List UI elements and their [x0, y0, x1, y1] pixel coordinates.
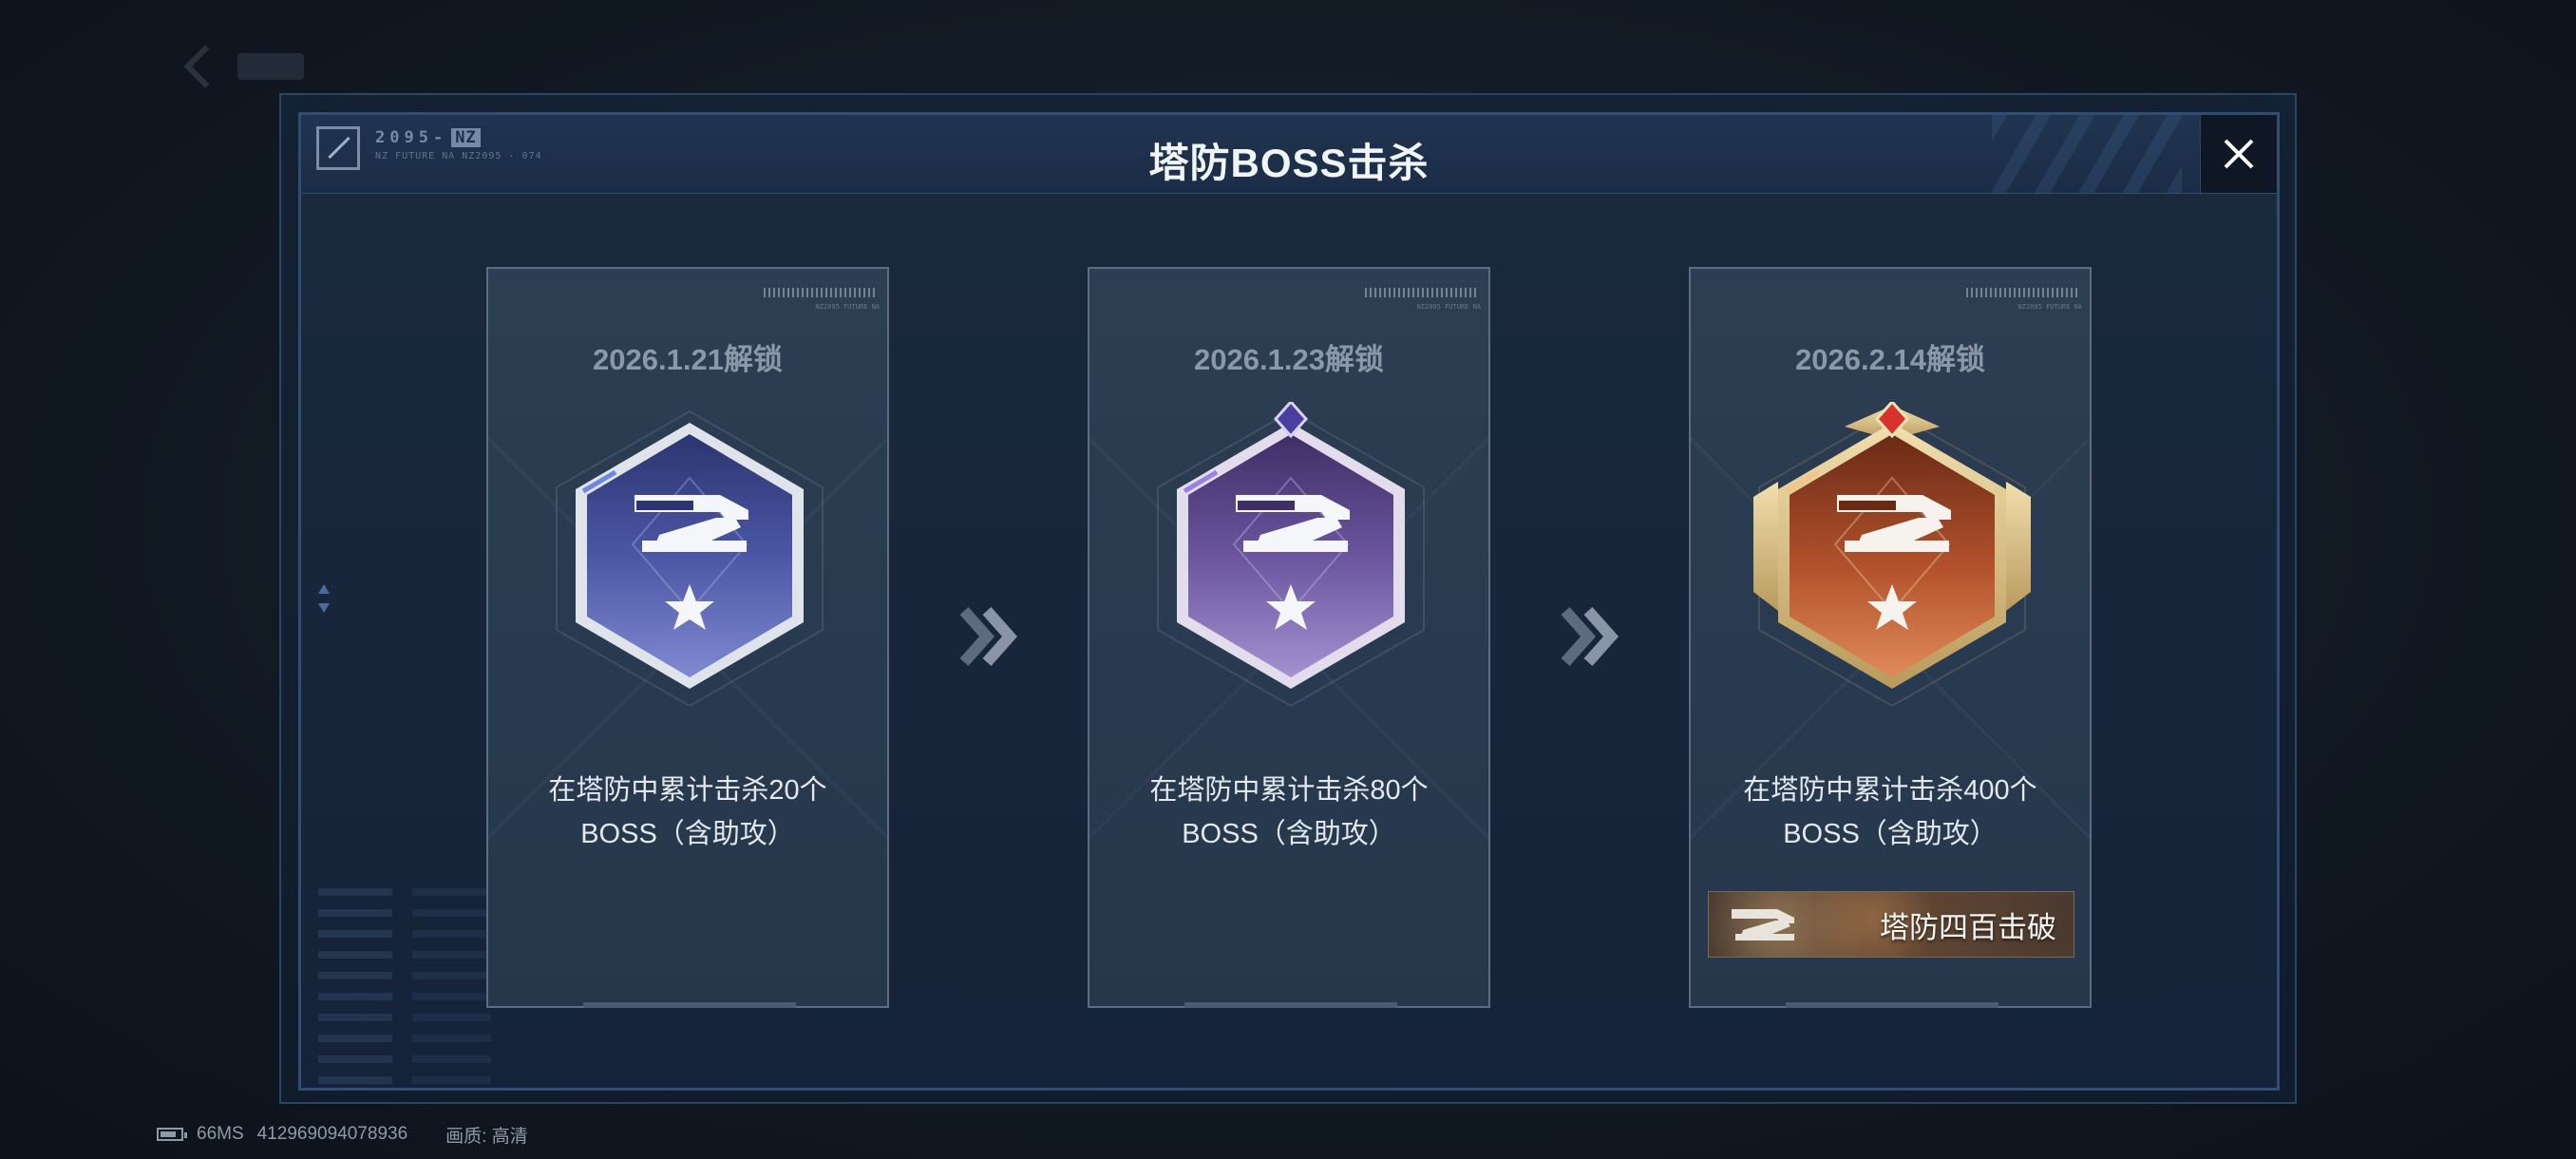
- description-line-1: 在塔防中累计击杀20个: [548, 775, 827, 806]
- description-line-2: BOSS（含助攻）: [1783, 819, 1998, 849]
- card-bottom-tab: [1786, 1002, 1998, 1008]
- barcode-decoration: [1365, 288, 1479, 297]
- triangle-marker-icon: [318, 603, 330, 613]
- description-line-2: BOSS（含助攻）: [1182, 819, 1396, 849]
- player-id: 412969094078936: [256, 1124, 408, 1144]
- close-icon: [2224, 139, 2254, 169]
- achievement-card-tier-2[interactable]: NZ2095 FUTURE NA 2026.1.23解锁 在塔防中累计击杀80个…: [1088, 267, 1490, 1008]
- medal-badge-icon: [1753, 402, 2031, 706]
- unlock-date: 2026.1.23解锁: [1194, 343, 1384, 376]
- turret-emblem-icon: [1732, 909, 1794, 940]
- card-bottom-tab: [583, 1002, 796, 1008]
- achievement-card-tier-3[interactable]: NZ2095 FUTURE NA 2026.2.14解锁 在塔防中累计击杀400…: [1689, 267, 2092, 1008]
- reward-banner[interactable]: 塔防四百击破: [1708, 891, 2074, 958]
- background-back-button: [183, 45, 370, 88]
- barcode-text: NZ2095 FUTURE NA: [2017, 303, 2082, 311]
- close-button[interactable]: [2200, 115, 2277, 193]
- medal-badge-icon: [1157, 402, 1425, 706]
- double-chevron-icon: [959, 607, 1018, 666]
- achievement-dialog: 2095- NZ NZ FUTURE NA NZ2095 · 074 塔防BOSS…: [298, 112, 2280, 1091]
- quality-setting: 画质: 高清: [445, 1126, 528, 1147]
- achievement-description: 在塔防中累计击杀80个 BOSS（含助攻）: [1089, 769, 1488, 856]
- medal-badge-icon: [556, 409, 824, 706]
- status-bar: 66MS 412969094078936 画质: 高清: [157, 1123, 528, 1147]
- barcode-decoration: [1966, 288, 2080, 297]
- description-line-2: BOSS（含助攻）: [580, 819, 795, 849]
- achievement-description: 在塔防中累计击杀400个 BOSS（含助攻）: [1691, 769, 2090, 856]
- barcode-text: NZ2095 FUTURE NA: [815, 303, 880, 311]
- description-line-1: 在塔防中累计击杀400个: [1743, 775, 2037, 806]
- background-title-block: [237, 53, 304, 80]
- back-arrow-icon: [183, 45, 227, 88]
- dialog-title: 塔防BOSS击杀: [1148, 141, 1430, 185]
- reward-label: 塔防四百击破: [1880, 911, 2056, 944]
- dialog-titlebar: 2095- NZ NZ FUTURE NA NZ2095 · 074 塔防BOSS…: [301, 115, 2277, 194]
- card-bottom-tab: [1184, 1002, 1397, 1008]
- battery-icon: [157, 1128, 187, 1141]
- ping-value: 66MS: [197, 1124, 244, 1144]
- description-line-1: 在塔防中累计击杀80个: [1149, 775, 1429, 806]
- barcode-text: NZ2095 FUTURE NA: [1416, 303, 1481, 311]
- achievement-card-tier-1[interactable]: NZ2095 FUTURE NA 2026.1.21解锁 在塔防中累计击杀20个: [486, 267, 889, 1008]
- unlock-date: 2026.2.14解锁: [1795, 343, 1985, 376]
- achievement-description: 在塔防中累计击杀20个 BOSS（含助攻）: [488, 769, 887, 856]
- barcode-decoration: [764, 288, 878, 297]
- double-chevron-icon: [1561, 607, 1619, 666]
- unlock-date: 2026.1.21解锁: [593, 343, 783, 376]
- triangle-marker-icon: [318, 584, 330, 594]
